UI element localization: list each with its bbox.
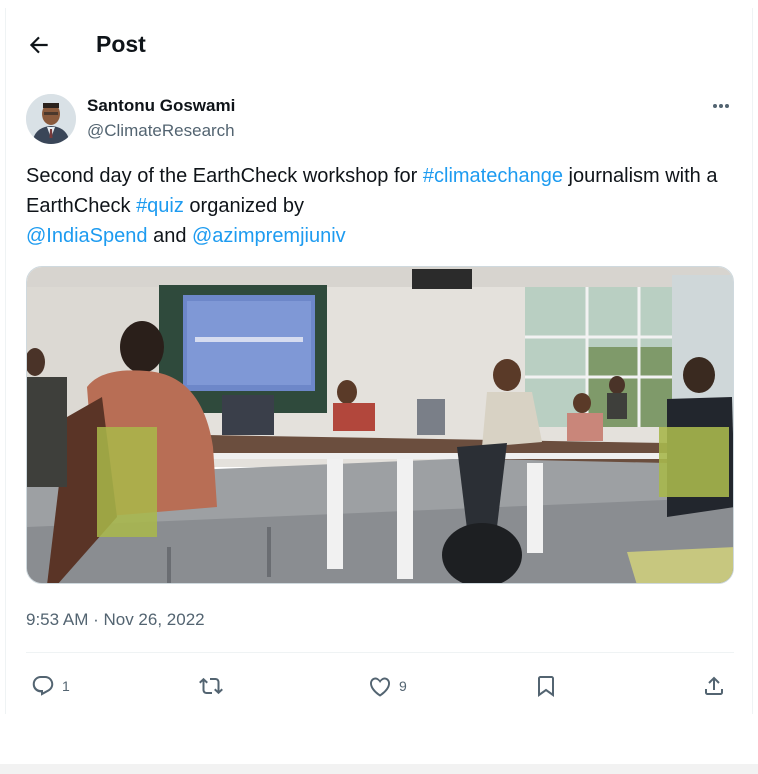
like-button[interactable]: 9 — [368, 668, 407, 704]
page-title: Post — [96, 31, 146, 57]
post-card: Post Santonu Goswami @ClimateResearch Se… — [5, 8, 753, 714]
retweet-icon — [199, 677, 223, 695]
share-icon — [705, 676, 723, 695]
share-button[interactable] — [702, 668, 726, 704]
back-arrow-icon — [29, 36, 48, 54]
back-button[interactable] — [26, 32, 52, 58]
tweet-text-part: Second day of the EarthCheck workshop fo… — [26, 165, 423, 187]
mention-link[interactable]: @IndiaSpend — [26, 225, 148, 247]
avatar[interactable] — [26, 94, 76, 144]
action-bar: 1 9 — [6, 668, 752, 704]
post-timestamp[interactable]: 9:53 AM · Nov 26, 2022 — [26, 610, 205, 630]
divider — [26, 652, 734, 653]
bookmark-icon — [538, 676, 554, 697]
tweet-text-part: and — [147, 225, 192, 247]
classroom-photo — [27, 267, 733, 583]
reply-button[interactable]: 1 — [31, 668, 70, 704]
more-icon — [713, 104, 729, 108]
hashtag-link[interactable]: #quiz — [136, 195, 184, 217]
like-icon — [370, 677, 391, 697]
bookmark-button[interactable] — [534, 668, 558, 704]
hashtag-link[interactable]: #climatechange — [423, 165, 563, 187]
like-count: 9 — [399, 678, 407, 694]
reply-icon — [32, 676, 54, 696]
top-bar: Post — [6, 8, 752, 82]
author-name[interactable]: Santonu Goswami — [87, 96, 235, 116]
reply-count: 1 — [62, 678, 70, 694]
tweet-text-part: organized by — [183, 195, 304, 217]
retweet-button[interactable] — [199, 668, 223, 704]
mention-link[interactable]: @azimpremjiuniv — [192, 225, 346, 247]
tweet-text: Second day of the EarthCheck workshop fo… — [26, 161, 738, 251]
bottom-edge — [0, 764, 758, 774]
tweet-photo[interactable] — [26, 266, 734, 584]
more-button[interactable] — [706, 94, 736, 118]
author-handle[interactable]: @ClimateResearch — [87, 121, 235, 141]
